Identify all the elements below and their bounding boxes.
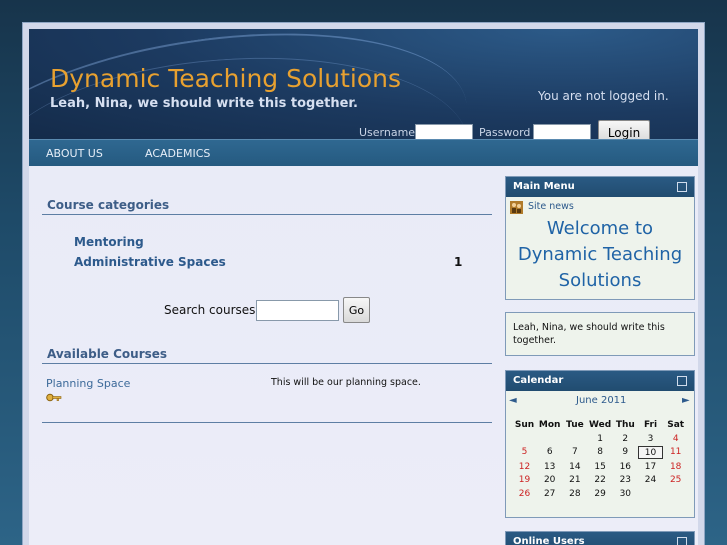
- calendar-day[interactable]: 6: [537, 446, 562, 459]
- nav-item-about-us[interactable]: ABOUT US: [46, 147, 103, 160]
- login-status: You are not logged in.: [538, 89, 669, 103]
- calendar-day[interactable]: 3: [638, 433, 663, 446]
- calendar-day-of-week: Sat: [667, 420, 685, 430]
- online-users-block: Online Users: [505, 531, 695, 545]
- calendar-day[interactable]: 25: [663, 474, 688, 487]
- calendar-day[interactable]: 16: [613, 461, 638, 474]
- news-forum-icon: [510, 201, 523, 214]
- calendar-day[interactable]: 1: [588, 433, 613, 446]
- hide-block-icon[interactable]: [677, 537, 687, 545]
- welcome-message: Welcome to Dynamic Teaching Solutions: [517, 218, 683, 291]
- calendar-day[interactable]: 23: [613, 474, 638, 487]
- calendar-day-of-week: Mon: [538, 420, 561, 430]
- calendar-title: Calendar: [513, 375, 564, 386]
- calendar-day[interactable]: 30: [613, 488, 638, 501]
- divider: [42, 214, 492, 215]
- calendar-day-today[interactable]: 10: [638, 446, 663, 459]
- calendar-day[interactable]: 24: [638, 474, 663, 487]
- category-link-administrative-spaces[interactable]: Administrative Spaces: [74, 255, 226, 269]
- category-course-count: 1: [454, 255, 463, 269]
- calendar-day[interactable]: 27: [537, 488, 562, 501]
- calendar-day-of-week: Wed: [589, 420, 612, 430]
- calendar-day[interactable]: 26: [512, 488, 537, 501]
- calendar-day[interactable]: 14: [562, 461, 587, 474]
- calendar-next-month[interactable]: ►: [682, 395, 690, 406]
- calendar-month-label[interactable]: June 2011: [576, 395, 626, 406]
- calendar-day[interactable]: 19: [512, 474, 537, 487]
- site-title[interactable]: Dynamic Teaching Solutions: [50, 64, 401, 93]
- calendar-day[interactable]: 13: [537, 461, 562, 474]
- search-courses-label: Search courses:: [164, 303, 260, 317]
- online-users-title: Online Users: [513, 536, 585, 545]
- calendar-day[interactable]: 21: [562, 474, 587, 487]
- course-categories-heading: Course categories: [47, 198, 170, 212]
- calendar-day[interactable]: 15: [588, 461, 613, 474]
- guest-key-icon: [46, 393, 62, 402]
- calendar-day[interactable]: 12: [512, 461, 537, 474]
- calendar-day[interactable]: 5: [512, 446, 537, 459]
- calendar-day[interactable]: 17: [638, 461, 663, 474]
- calendar-day[interactable]: 4: [663, 433, 688, 446]
- search-go-button[interactable]: Go: [343, 297, 370, 323]
- course-description: This will be our planning space.: [271, 377, 421, 388]
- category-link-mentoring[interactable]: Mentoring: [74, 235, 144, 249]
- calendar-header: Calendar: [506, 371, 694, 391]
- calendar-day[interactable]: 7: [562, 446, 587, 459]
- calendar-day[interactable]: 22: [588, 474, 613, 487]
- available-courses-heading: Available Courses: [47, 347, 168, 361]
- main-nav: ABOUT US ACADEMICS: [29, 139, 698, 166]
- nav-item-academics[interactable]: ACADEMICS: [145, 147, 210, 160]
- divider: [42, 422, 492, 423]
- calendar-day[interactable]: 2: [613, 433, 638, 446]
- site-news-link[interactable]: Site news: [528, 201, 574, 212]
- divider: [42, 363, 492, 364]
- main-menu-title: Main Menu: [513, 181, 575, 192]
- site-subtitle: Leah, Nina, we should write this togethe…: [50, 96, 358, 111]
- calendar-day-of-week: Sun: [514, 420, 535, 430]
- hide-block-icon[interactable]: [677, 376, 687, 386]
- calendar-day[interactable]: 29: [588, 488, 613, 501]
- password-label: Password: [479, 126, 531, 139]
- hide-block-icon[interactable]: [677, 182, 687, 192]
- calendar-day[interactable]: 8: [588, 446, 613, 459]
- calendar-day[interactable]: 11: [663, 446, 688, 459]
- calendar-day[interactable]: 20: [537, 474, 562, 487]
- search-courses-input[interactable]: [256, 300, 339, 321]
- calendar-day-of-week: Tue: [566, 420, 584, 430]
- calendar-day[interactable]: 18: [663, 461, 688, 474]
- calendar-day[interactable]: 28: [562, 488, 587, 501]
- main-menu-header: Main Menu: [506, 177, 694, 197]
- calendar-day-of-week: Thu: [615, 420, 635, 430]
- course-link-planning-space[interactable]: Planning Space: [46, 377, 130, 390]
- calendar-day[interactable]: 9: [613, 446, 638, 459]
- calendar-day-of-week: Fri: [643, 420, 658, 430]
- username-label: Username: [359, 126, 416, 139]
- site-summary-text: Leah, Nina, we should write this togethe…: [513, 322, 665, 346]
- calendar-prev-month[interactable]: ◄: [509, 395, 517, 406]
- online-users-header: Online Users: [506, 532, 694, 545]
